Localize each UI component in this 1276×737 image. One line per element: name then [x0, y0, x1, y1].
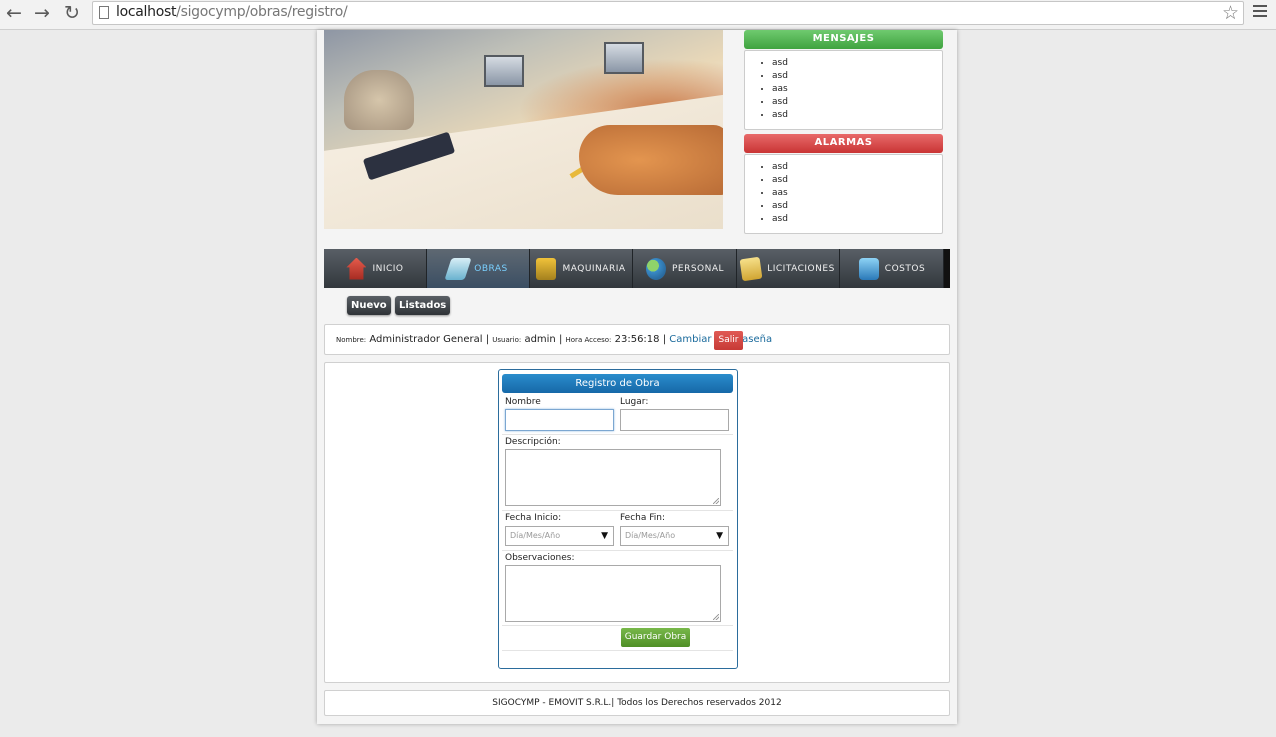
nav-item-costos[interactable]: COSTOS [841, 249, 944, 288]
usuario-label: Usuario: [492, 336, 522, 344]
form-title: Registro de Obra [502, 374, 733, 393]
guardar-obra-button[interactable]: Guardar Obra [621, 628, 690, 647]
back-arrow-icon[interactable]: ← [3, 3, 25, 25]
dropdown-arrow-icon: ▼ [601, 531, 608, 541]
reload-icon[interactable]: ↻ [61, 3, 83, 25]
nav-item-licitaciones[interactable]: LICITACIONES [737, 249, 840, 288]
mensajes-title: MENSAJES [744, 30, 943, 49]
obras-icon [444, 257, 472, 280]
url-text[interactable]: localhost/sigocymp/obras/registro/ [116, 4, 348, 20]
footer: SIGOCYMP - EMOVIT S.R.L.| Todos los Dere… [324, 690, 950, 716]
nav-item-obras[interactable]: OBRAS [427, 249, 530, 288]
username: admin [524, 334, 556, 345]
main-content: Registro de Obra Nombre Lugar: Descripci… [324, 362, 950, 683]
page-icon [99, 6, 109, 19]
forward-arrow-icon[interactable]: → [31, 3, 53, 25]
nombre-input[interactable] [505, 409, 614, 431]
nav-item-personal[interactable]: PERSONAL [634, 249, 737, 288]
browser-menu-icon[interactable] [1253, 5, 1267, 19]
licitaciones-icon [739, 256, 763, 281]
lugar-input[interactable] [620, 409, 729, 431]
observaciones-textarea[interactable] [505, 565, 721, 622]
nuevo-button[interactable]: Nuevo [347, 296, 391, 315]
registro-obra-form: Registro de Obra Nombre Lugar: Descripci… [498, 369, 738, 669]
fecha-inicio-label: Fecha Inicio: [505, 513, 562, 523]
mensaje-item: asd [772, 70, 942, 83]
alarma-item: asd [772, 161, 942, 174]
browser-toolbar: ← → ↻ localhost/sigocymp/obras/registro/… [0, 0, 1276, 30]
home-icon [346, 257, 367, 280]
maquinaria-icon [536, 257, 557, 280]
fecha-fin-label: Fecha Fin: [620, 513, 666, 523]
user-info-bar: Nombre: Administrador General | Usuario:… [324, 324, 950, 355]
main-nav: INICIO OBRAS MAQUINARIA PERSONAL LICITAC… [324, 249, 950, 288]
mensajes-panel: MENSAJES asd asd aas asd asd [744, 30, 943, 130]
dropdown-arrow-icon: ▼ [716, 531, 723, 541]
nombre-label: Nombre [505, 397, 541, 407]
alarma-item: asd [772, 213, 942, 226]
listados-button[interactable]: Listados [395, 296, 451, 315]
observaciones-label: Observaciones: [505, 553, 575, 563]
alarma-item: aas [772, 187, 942, 200]
costos-icon [858, 257, 879, 280]
descripcion-textarea[interactable] [505, 449, 721, 506]
alarmas-panel: ALARMAS asd asd aas asd asd [744, 134, 943, 234]
fecha-inicio-select[interactable]: Día/Mes/Año ▼ [505, 526, 614, 546]
alarmas-title: ALARMAS [744, 134, 943, 153]
alarma-item: asd [772, 174, 942, 187]
page-container: MENSAJES asd asd aas asd asd ALARMAS asd… [317, 30, 957, 724]
logout-button[interactable]: Salir [714, 331, 743, 350]
nav-item-inicio[interactable]: INICIO [324, 249, 427, 288]
hora-label: Hora Acceso: [565, 336, 612, 344]
user-name: Administrador General [369, 334, 483, 345]
nav-item-maquinaria[interactable]: MAQUINARIA [530, 249, 633, 288]
descripcion-label: Descripción: [505, 437, 561, 447]
nombre-label: Nombre: [336, 336, 367, 344]
mensaje-item: asd [772, 109, 942, 122]
bookmark-star-icon[interactable]: ☆ [1222, 2, 1239, 24]
personal-icon [645, 257, 666, 280]
address-bar[interactable]: localhost/sigocymp/obras/registro/ ☆ [92, 1, 1244, 25]
access-time: 23:56:18 [614, 334, 660, 345]
alarma-item: asd [772, 200, 942, 213]
mensaje-item: asd [772, 57, 942, 70]
lugar-label: Lugar: [620, 397, 649, 407]
header-banner-image [324, 30, 723, 229]
mensaje-item: aas [772, 83, 942, 96]
mensaje-item: asd [772, 96, 942, 109]
fecha-fin-select[interactable]: Día/Mes/Año ▼ [620, 526, 729, 546]
